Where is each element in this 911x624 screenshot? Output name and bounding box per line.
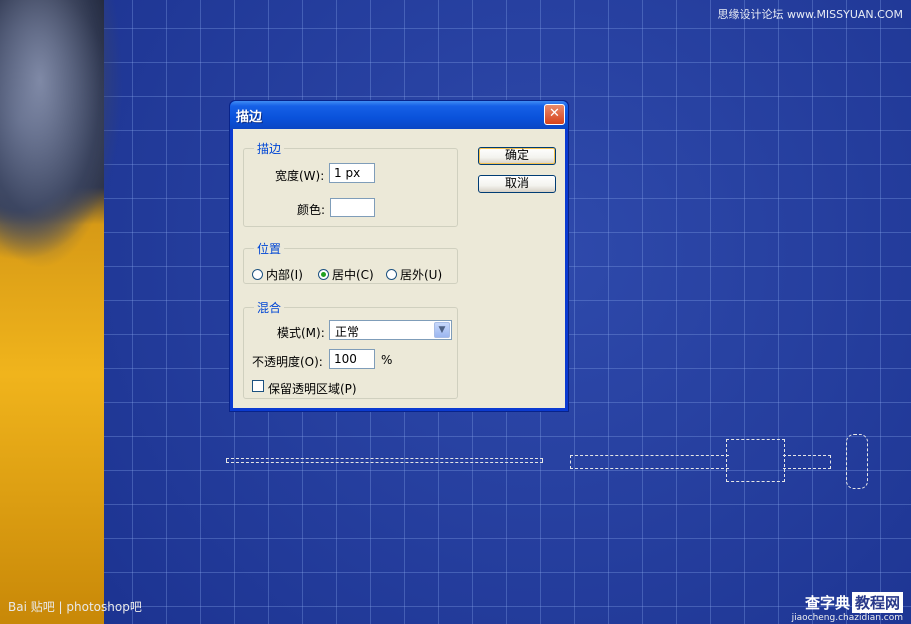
width-label: 宽度(W): [275,169,325,183]
ok-button[interactable]: 确定 [478,147,556,165]
photo-layer-shadow [0,0,170,360]
mode-select[interactable]: 正常 ▼ [329,320,452,340]
watermark-baidu: Bai 贴吧 | photoshop吧 [8,600,142,614]
close-button[interactable]: ✕ [544,104,565,125]
radio-outside-button[interactable] [386,269,397,280]
selection-marquee-line [226,458,543,463]
position-group-legend: 位置 [257,242,282,256]
radio-inside-label: 内部(I) [266,268,303,282]
close-icon: ✕ [549,106,560,121]
radio-center-button[interactable] [318,269,329,280]
mode-label: 模式(M): [277,326,325,340]
watermark-site-name: 查字典 教程网 [778,592,903,613]
selection-marquee-shaft [570,455,729,469]
watermark-site: 查字典 教程网 jiaocheng.chazidian.com [778,592,903,623]
dialog-title: 描边 [236,110,263,125]
site-box-text: 教程网 [851,592,903,613]
radio-inside-button[interactable] [252,269,263,280]
opacity-label: 不透明度(O): [252,355,323,369]
preserve-transparency-checkbox[interactable] [252,380,264,392]
color-swatch[interactable] [330,198,375,217]
color-label: 颜色: [297,203,326,217]
radio-center-label: 居中(C) [332,268,374,282]
preserve-transparency-label: 保留透明区域(P) [268,382,357,396]
cancel-button[interactable]: 取消 [478,175,556,193]
chevron-down-icon[interactable]: ▼ [434,322,450,338]
radio-outside-label: 居外(U) [400,268,443,282]
radio-outside[interactable]: 居外(U) [386,266,442,283]
opacity-input[interactable]: 100 [329,349,375,369]
mode-select-value: 正常 [335,325,360,339]
blend-group-legend: 混合 [257,301,282,315]
width-input[interactable]: 1 px [329,163,375,183]
watermark-top-right: 思缘设计论坛 www.MISSYUAN.COM [717,8,903,21]
stroke-group-legend: 描边 [257,142,282,156]
stroke-dialog: 描边 ✕ 描边 宽度(W): 1 px 颜色: 位置 内部(I) 居中(C) 居… [229,100,569,412]
radio-center[interactable]: 居中(C) [318,266,374,283]
selection-marquee-body [726,439,785,482]
dialog-titlebar[interactable]: 描边 ✕ [230,101,568,129]
selection-marquee-capsule [846,434,868,489]
site-name-text: 查字典 [804,594,850,612]
radio-inside[interactable]: 内部(I) [252,266,303,283]
selection-marquee-tip [783,455,831,469]
watermark-site-url: jiaocheng.chazidian.com [791,613,903,623]
dialog-body: 描边 宽度(W): 1 px 颜色: 位置 内部(I) 居中(C) 居外(U) … [233,129,565,408]
opacity-unit: % [381,353,393,367]
